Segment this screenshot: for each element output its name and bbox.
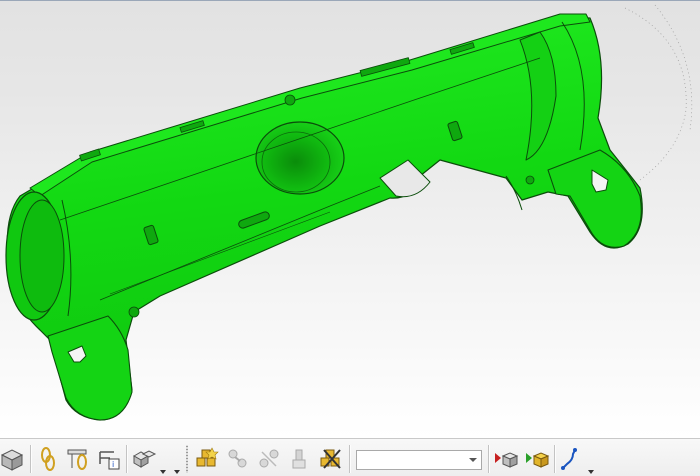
toolbar-separator — [349, 445, 351, 473]
play-part-icon[interactable] — [493, 446, 519, 472]
cad-application: i — [0, 0, 700, 476]
mate-assembly-icon[interactable] — [256, 446, 282, 472]
toolbar-grip-separator — [186, 445, 188, 473]
filter-select[interactable] — [356, 450, 482, 470]
chevron-down-icon — [469, 458, 477, 462]
chevron-down-icon[interactable] — [160, 460, 166, 474]
reference-dotted-lines — [624, 4, 693, 181]
toolbar-separator — [488, 445, 490, 473]
delete-component-icon[interactable] — [318, 446, 344, 472]
svg-text:i: i — [112, 460, 114, 469]
bottom-toolbar: i — [0, 438, 700, 476]
toolbar-separator — [126, 445, 128, 473]
model-canvas — [5, 4, 693, 421]
play-assembly-icon[interactable] — [524, 446, 550, 472]
insert-bolt-icon[interactable] — [286, 446, 312, 472]
constraint-pin-icon[interactable] — [66, 446, 92, 472]
view-cube-icon[interactable] — [0, 446, 26, 472]
route-curve-icon[interactable] — [559, 446, 585, 472]
graphics-viewport[interactable] — [0, 0, 700, 438]
toolbar-separator — [554, 445, 556, 473]
chevron-down-icon[interactable] — [174, 460, 180, 474]
assembly-star-icon[interactable] — [194, 446, 220, 472]
chain-link-icon[interactable] — [36, 446, 62, 472]
move-component-icon[interactable] — [225, 446, 251, 472]
multi-cube-icon[interactable] — [131, 446, 157, 472]
chevron-down-icon[interactable] — [588, 460, 594, 474]
component-info-icon[interactable]: i — [96, 446, 122, 472]
toolbar-separator — [30, 445, 32, 473]
green-shell-part[interactable] — [5, 13, 643, 421]
